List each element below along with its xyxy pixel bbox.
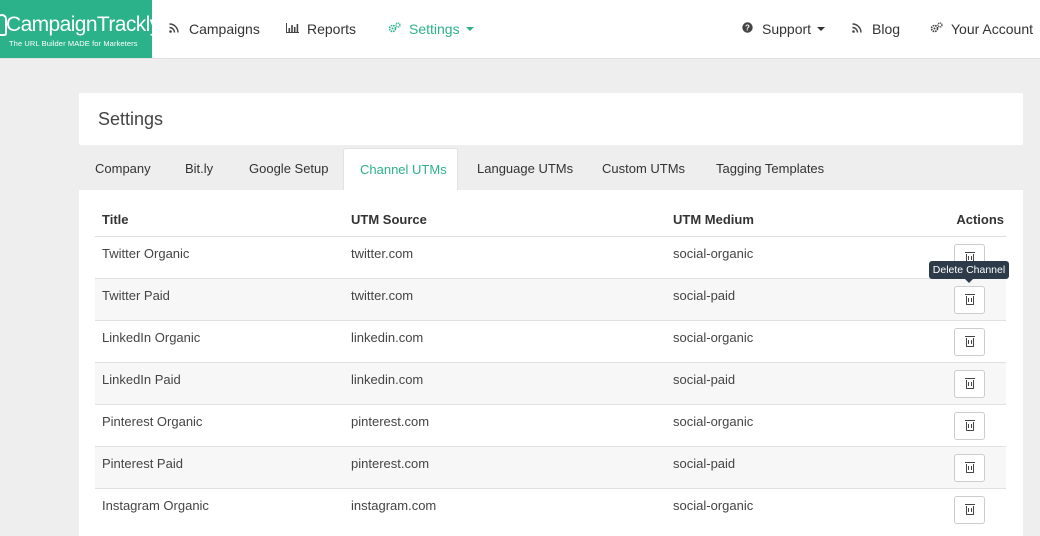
cell-utm-medium: social-organic xyxy=(666,403,896,446)
cell-utm-medium: social-organic xyxy=(666,235,896,278)
trash-icon xyxy=(965,461,975,473)
nav-support[interactable]: ? Support xyxy=(741,0,826,58)
cell-utm-medium: social-paid xyxy=(666,445,896,488)
table-row: Twitter Organic twitter.com social-organ… xyxy=(95,235,1006,278)
column-header-utm-medium: UTM Medium xyxy=(666,204,896,237)
channel-utms-panel: Title UTM Source UTM Medium Actions Twit… xyxy=(79,190,1023,536)
cell-actions xyxy=(896,277,1006,320)
tab-custom-utms[interactable]: Custom UTMs xyxy=(602,148,685,190)
cell-actions xyxy=(896,361,1006,404)
cell-utm-source: instagram.com xyxy=(344,487,666,530)
delete-channel-button[interactable] xyxy=(954,495,985,524)
column-header-actions: Actions xyxy=(896,204,1006,237)
table-row: Pinterest Paid pinterest.com social-paid xyxy=(95,445,1006,488)
table-row: LinkedIn Organic linkedin.com social-org… xyxy=(95,319,1006,362)
nav-settings[interactable]: Settings xyxy=(388,0,474,58)
chevron-down-icon xyxy=(465,27,474,31)
cell-title: Pinterest Paid xyxy=(95,445,344,488)
tab-bitly[interactable]: Bit.ly xyxy=(185,148,213,190)
page-title: Settings xyxy=(98,109,164,129)
tab-google-setup[interactable]: Google Setup xyxy=(249,148,329,190)
delete-channel-tooltip: Delete Channel xyxy=(929,261,1009,283)
trash-icon xyxy=(965,377,975,389)
delete-channel-button[interactable] xyxy=(954,369,985,398)
chevron-down-icon xyxy=(817,27,826,31)
rss-icon xyxy=(168,22,180,36)
cell-utm-source: twitter.com xyxy=(344,277,666,320)
nav-blog[interactable]: Blog xyxy=(851,0,900,58)
tab-company[interactable]: Company xyxy=(95,148,151,190)
table-row: LinkedIn Paid linkedin.com social-paid xyxy=(95,361,1006,404)
settings-tabs: Company Bit.ly Google Setup Channel UTMs… xyxy=(79,148,1023,190)
tab-channel-utms[interactable]: Channel UTMs xyxy=(343,148,458,190)
cell-utm-medium: social-organic xyxy=(666,487,896,530)
table-header-row: Title UTM Source UTM Medium Actions xyxy=(95,204,1006,237)
brand-name: CampaignTrackly xyxy=(6,13,160,36)
channel-utms-table: Title UTM Source UTM Medium Actions Twit… xyxy=(95,204,1006,530)
gears-icon xyxy=(388,22,401,36)
cell-actions xyxy=(896,403,1006,446)
nav-account-label: Your Account xyxy=(951,21,1033,37)
cell-utm-source: linkedin.com xyxy=(344,319,666,362)
nav-your-account[interactable]: Your Account xyxy=(930,0,1033,58)
cell-actions xyxy=(896,487,1006,530)
delete-channel-button[interactable] xyxy=(954,285,985,314)
cell-title: Instagram Organic xyxy=(95,487,344,530)
table-row: Instagram Organic instagram.com social-o… xyxy=(95,487,1006,530)
nav-reports[interactable]: Reports xyxy=(286,0,356,58)
nav-support-label: Support xyxy=(762,21,812,37)
question-circle-icon: ? xyxy=(741,22,753,36)
cell-utm-medium: social-paid xyxy=(666,277,896,320)
nav-settings-label: Settings xyxy=(409,21,460,37)
svg-text:?: ? xyxy=(745,23,750,32)
top-navbar: CampaignTrackly The URL Builder MADE for… xyxy=(0,0,1040,59)
trash-icon xyxy=(965,335,975,347)
cell-actions xyxy=(896,445,1006,488)
table-row: Pinterest Organic pinterest.com social-o… xyxy=(95,403,1006,446)
cell-utm-source: linkedin.com xyxy=(344,361,666,404)
cell-utm-medium: social-organic xyxy=(666,319,896,362)
delete-channel-button[interactable] xyxy=(954,327,985,356)
nav-campaigns[interactable]: Campaigns xyxy=(168,0,260,58)
cell-title: Twitter Organic xyxy=(95,235,344,278)
column-header-utm-source: UTM Source xyxy=(344,204,666,237)
nav-campaigns-label: Campaigns xyxy=(189,21,260,37)
tab-tagging-templates[interactable]: Tagging Templates xyxy=(716,148,824,190)
nav-reports-label: Reports xyxy=(307,21,357,37)
brand-tagline: The URL Builder MADE for Marketers xyxy=(9,39,138,48)
cell-title: Twitter Paid xyxy=(95,277,344,320)
brand-logo[interactable]: CampaignTrackly The URL Builder MADE for… xyxy=(0,0,160,58)
trash-icon xyxy=(965,293,975,305)
delete-channel-button[interactable] xyxy=(954,411,985,440)
column-header-title: Title xyxy=(95,204,344,237)
cell-utm-source: twitter.com xyxy=(344,235,666,278)
cell-title: LinkedIn Organic xyxy=(95,319,344,362)
bar-chart-icon xyxy=(286,22,299,36)
table-row: Twitter Paid twitter.com social-paid xyxy=(95,277,1006,320)
cell-actions xyxy=(896,319,1006,362)
nav-blog-label: Blog xyxy=(872,21,901,37)
cell-utm-source: pinterest.com xyxy=(344,445,666,488)
gears-icon xyxy=(930,22,943,36)
delete-channel-button[interactable] xyxy=(954,453,985,482)
settings-panel-header: Settings xyxy=(79,93,1023,145)
trash-icon xyxy=(965,503,975,515)
trash-icon xyxy=(965,419,975,431)
cell-utm-source: pinterest.com xyxy=(344,403,666,446)
tab-language-utms[interactable]: Language UTMs xyxy=(477,148,573,190)
rss-icon xyxy=(851,22,863,36)
cell-utm-medium: social-paid xyxy=(666,361,896,404)
cell-title: Pinterest Organic xyxy=(95,403,344,446)
cell-title: LinkedIn Paid xyxy=(95,361,344,404)
